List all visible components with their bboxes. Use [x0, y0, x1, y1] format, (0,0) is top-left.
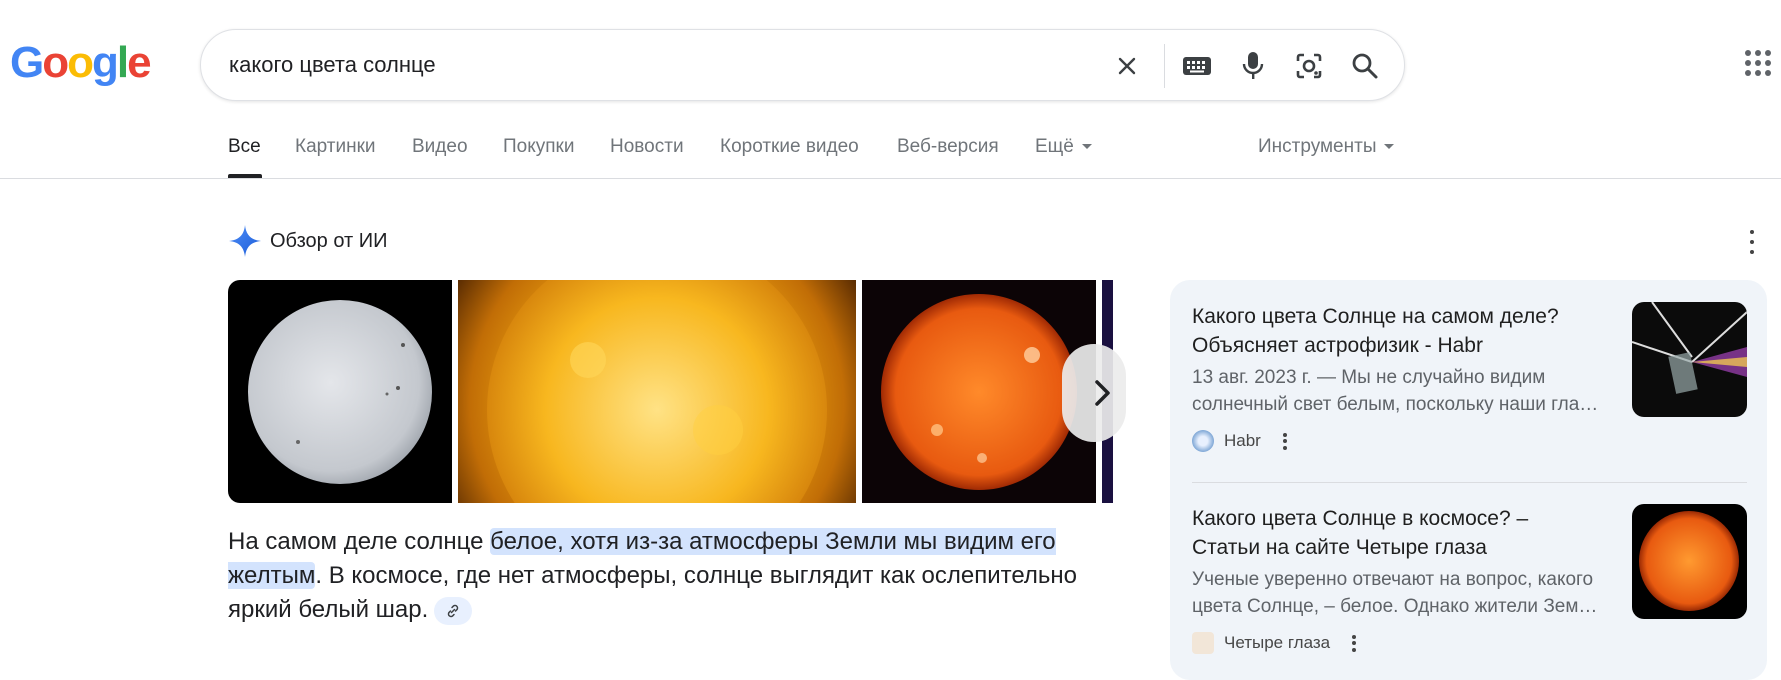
tools-button[interactable]: Инструменты [1258, 136, 1395, 158]
chevron-down-icon [1384, 144, 1395, 150]
header-divider [0, 178, 1781, 179]
carousel-next-button[interactable] [1062, 344, 1126, 442]
source-link-chip[interactable] [434, 596, 473, 625]
camera-lens-icon[interactable] [1289, 46, 1329, 86]
tab-shopping[interactable]: Покупки [503, 136, 574, 158]
ai-image-carousel [228, 280, 1113, 503]
source-title[interactable]: Какого цвета Солнце на самом деле? Объяс… [1192, 302, 1592, 360]
ai-overview-title: Обзор от ИИ [270, 229, 388, 252]
more-options-icon[interactable] [1282, 432, 1287, 450]
logo-letter: o [42, 38, 69, 87]
answer-suffix: . В космосе, где нет атмосферы, солнце в… [228, 562, 1078, 623]
sun-white-image[interactable] [228, 280, 452, 503]
microphone-icon[interactable] [1233, 46, 1273, 86]
ai-overview-header: Обзор от ИИ [228, 224, 387, 258]
source-title[interactable]: Какого цвета Солнце в космосе? – Статьи … [1192, 504, 1592, 562]
tools-label: Инструменты [1258, 136, 1377, 157]
keyboard-icon[interactable] [1177, 46, 1217, 86]
search-divider [1164, 44, 1165, 88]
source-name: Четыре глаза [1224, 633, 1331, 652]
tab-all[interactable]: Все [228, 136, 261, 158]
apps-grid-icon[interactable] [1745, 50, 1771, 76]
logo-letter: l [116, 38, 129, 87]
source-attribution: Habr [1192, 430, 1287, 452]
search-icon[interactable] [1345, 46, 1385, 86]
search-input[interactable]: какого цвета солнце [229, 52, 436, 78]
tab-images[interactable]: Картинки [295, 136, 376, 158]
tab-more-label: Ещё [1035, 136, 1074, 157]
sun-orange-image[interactable] [862, 280, 1096, 503]
source-snippet: 13 авг. 2023 г. — Мы не случайно видим [1192, 367, 1546, 388]
tab-more[interactable]: Ещё [1035, 136, 1092, 158]
close-icon[interactable] [1107, 46, 1147, 86]
logo-letter: G [10, 38, 44, 87]
logo-letter: o [67, 38, 94, 87]
sources-panel: Какого цвета Солнце на самом деле? Объяс… [1170, 280, 1767, 680]
tab-web[interactable]: Веб-версия [897, 136, 999, 158]
source-divider [1192, 482, 1747, 483]
link-icon [448, 604, 459, 617]
source-attribution: Четыре глаза [1192, 632, 1357, 654]
source-snippet: Ученые уверенно отвечают на вопрос, како… [1192, 569, 1594, 590]
source-snippet: солнечный свет белым, поскольку наши гла… [1192, 394, 1599, 415]
tab-videos[interactable]: Видео [412, 136, 468, 158]
answer-prefix: На самом деле солнце [228, 528, 491, 555]
more-options-icon[interactable] [1748, 230, 1756, 254]
tab-news[interactable]: Новости [610, 136, 684, 158]
logo-letter: g [92, 38, 119, 87]
gemini-sparkle-icon [229, 225, 261, 257]
ai-answer-text: На самом деле солнце белое, хотя из-за а… [228, 525, 1108, 627]
source-thumbnail[interactable] [1632, 504, 1747, 619]
chetyre-glaza-favicon-icon [1192, 632, 1214, 654]
source-snippet: цвета Солнце, – белое. Однако жители Зем… [1192, 596, 1598, 617]
search-box[interactable]: какого цвета солнце [200, 29, 1405, 101]
logo-letter: e [127, 38, 152, 87]
tab-short-videos[interactable]: Короткие видео [720, 136, 859, 158]
habr-favicon-icon [1192, 430, 1214, 452]
source-thumbnail[interactable] [1632, 302, 1747, 417]
source-name: Habr [1224, 431, 1261, 450]
google-logo[interactable]: Google [10, 38, 152, 88]
chevron-down-icon [1081, 144, 1092, 150]
sun-yellow-image[interactable] [458, 280, 856, 503]
chevron-right-icon [1095, 380, 1110, 406]
more-options-icon[interactable] [1352, 634, 1357, 652]
